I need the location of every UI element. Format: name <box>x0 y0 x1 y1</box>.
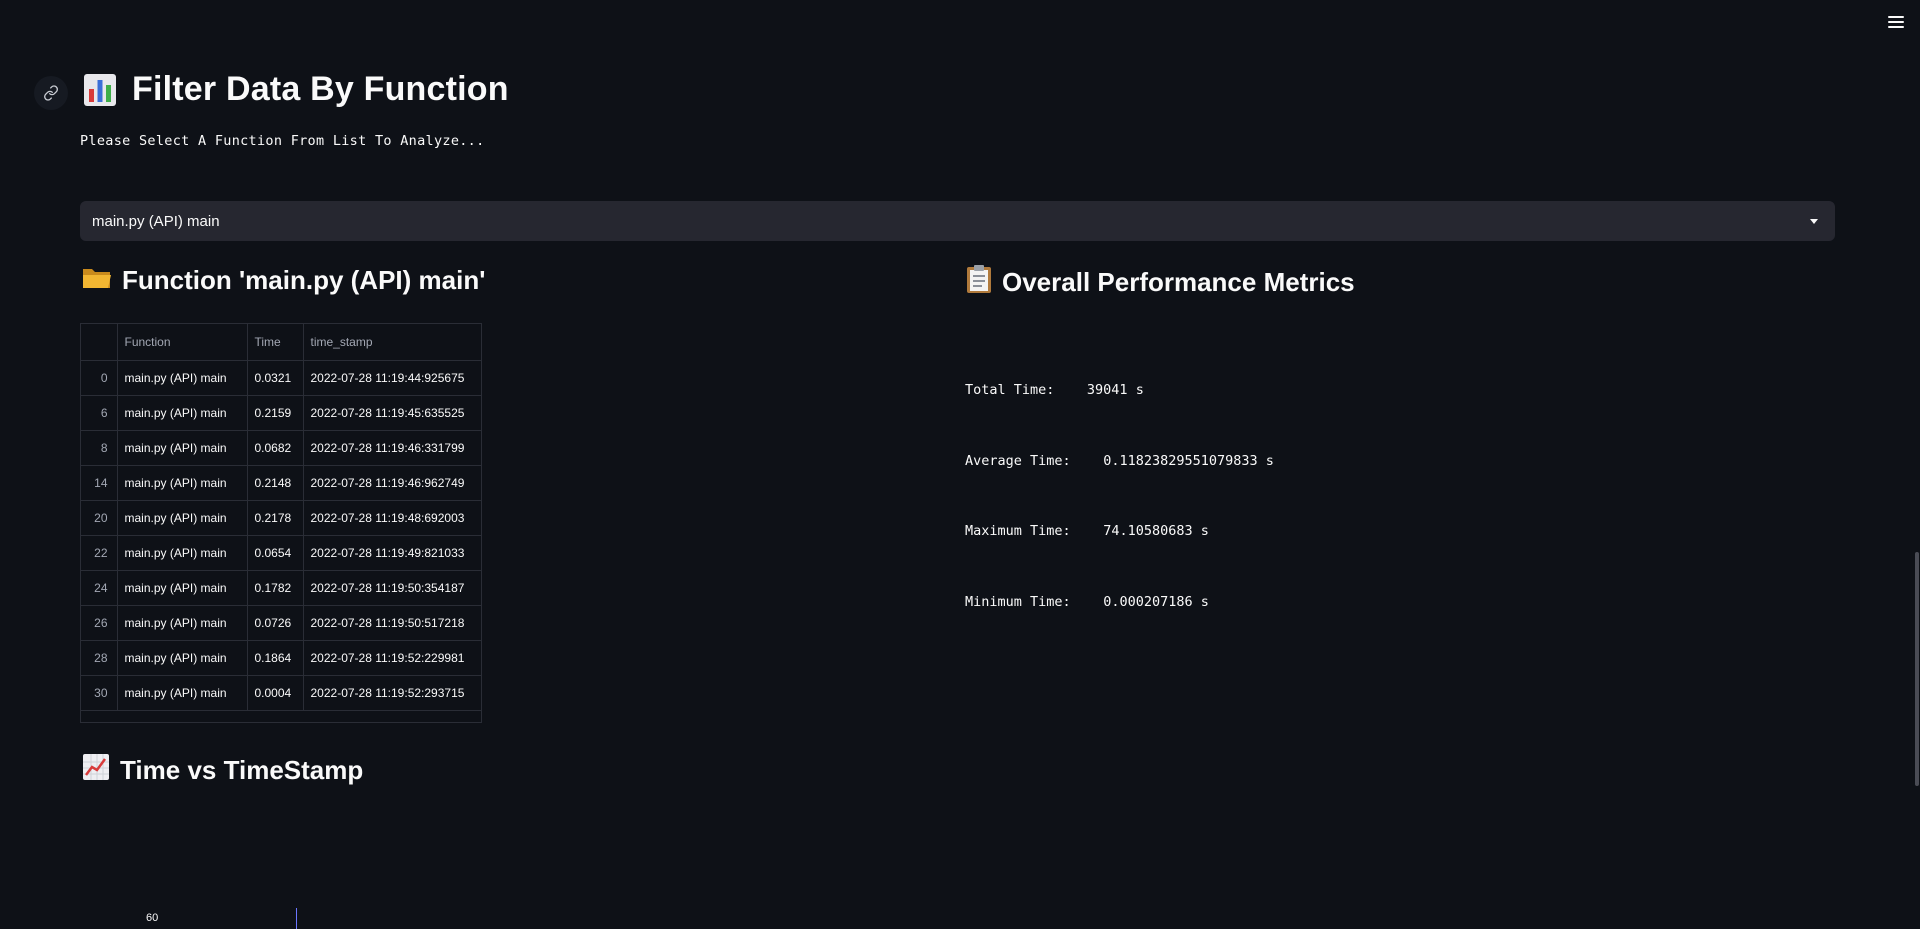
chart-series-line <box>296 908 297 929</box>
metric-value: 0.11823829551079833 s <box>1103 452 1274 469</box>
column-header-index[interactable] <box>81 324 118 361</box>
metric-label: Total Time: <box>965 382 1055 398</box>
cell-time[interactable]: 0.2178 <box>247 500 304 536</box>
metric-total-time: Total Time: 39041 s <box>965 382 1274 421</box>
app-page: Filter Data By Function Please Select A … <box>0 0 1920 929</box>
anchor-link-icon[interactable] <box>34 76 68 110</box>
chart-heading: Time vs TimeStamp <box>82 753 363 788</box>
y-axis-tick-label: 60 <box>146 912 159 924</box>
menu-bar <box>1888 16 1904 18</box>
cell-time-stamp[interactable]: 2022-07-28 11:19:46:962749 <box>303 465 481 501</box>
time-chart[interactable]: 60 <box>80 880 1835 929</box>
metric-minimum-time: Minimum Time: 0.000207186 s <box>965 594 1274 633</box>
cell-function[interactable]: main.py (API) main <box>117 675 248 711</box>
metric-value: 39041 s <box>1086 382 1144 398</box>
row-index: 24 <box>81 570 118 606</box>
cell-function[interactable]: main.py (API) main <box>117 500 248 536</box>
cell-time[interactable]: 0.2159 <box>247 395 304 431</box>
cell-time-stamp[interactable]: 2022-07-28 11:19:46:331799 <box>303 430 481 466</box>
row-index: 6 <box>81 395 118 431</box>
cell-function[interactable]: main.py (API) main <box>117 430 248 466</box>
metric-value: 74.10580683 s <box>1103 523 1209 539</box>
metric-value: 0.000207186 s <box>1103 593 1209 610</box>
table-row[interactable]: 14 main.py (API) main 0.2148 2022-07-28 … <box>81 465 481 501</box>
table-row[interactable]: 20 main.py (API) main 0.2178 2022-07-28 … <box>81 500 481 536</box>
cell-time-stamp[interactable]: 2022-07-28 11:19:52:293715 <box>303 675 481 711</box>
data-table[interactable]: Function Time time_stamp 0 main.py (API)… <box>80 323 482 723</box>
menu-bar <box>1888 26 1904 28</box>
row-index: 20 <box>81 500 118 536</box>
chevron-down-icon <box>1810 218 1818 224</box>
table-row[interactable]: 24 main.py (API) main 0.1782 2022-07-28 … <box>81 570 481 606</box>
clipboard-icon <box>966 264 992 301</box>
menu-bar <box>1888 21 1904 23</box>
cell-time-stamp[interactable]: 2022-07-28 11:19:45:635525 <box>303 395 481 431</box>
bar-chart-icon <box>82 72 118 108</box>
row-index: 26 <box>81 605 118 641</box>
table-row[interactable]: 28 main.py (API) main 0.1864 2022-07-28 … <box>81 640 481 676</box>
function-select-value: main.py (API) main <box>92 212 220 230</box>
scrollbar-thumb[interactable] <box>1915 552 1919 786</box>
cell-time[interactable]: 0.1782 <box>247 570 304 606</box>
cell-function[interactable]: main.py (API) main <box>117 640 248 676</box>
cell-function[interactable]: main.py (API) main <box>117 535 248 571</box>
metrics-heading-text: Overall Performance Metrics <box>1002 267 1355 297</box>
function-heading: Function 'main.py (API) main' <box>82 264 485 297</box>
metrics-heading: Overall Performance Metrics <box>966 264 1355 301</box>
cell-time-stamp[interactable]: 2022-07-28 11:19:50:354187 <box>303 570 481 606</box>
metrics-block: Total Time: 39041 s Average Time: 0.1182… <box>965 350 1274 664</box>
cell-function[interactable]: main.py (API) main <box>117 360 248 396</box>
table-row[interactable]: 6 main.py (API) main 0.2159 2022-07-28 1… <box>81 395 481 431</box>
page-title-text: Filter Data By Function <box>132 70 509 108</box>
metric-maximum-time: Maximum Time: 74.10580683 s <box>965 523 1274 562</box>
cell-function[interactable]: main.py (API) main <box>117 395 248 431</box>
cell-function[interactable]: main.py (API) main <box>117 465 248 501</box>
chart-heading-text: Time vs TimeStamp <box>120 755 364 785</box>
table-row[interactable]: 26 main.py (API) main 0.0726 2022-07-28 … <box>81 605 481 641</box>
scrollbar[interactable] <box>1914 0 1920 929</box>
column-header-time-stamp[interactable]: time_stamp <box>303 324 481 361</box>
table-row[interactable]: 30 main.py (API) main 0.0004 2022-07-28 … <box>81 675 481 711</box>
cell-time-stamp[interactable]: 2022-07-28 11:19:50:517218 <box>303 605 481 641</box>
cell-time-stamp[interactable]: 2022-07-28 11:19:52:229981 <box>303 640 481 676</box>
cell-time[interactable]: 0.0004 <box>247 675 304 711</box>
cell-time-stamp[interactable]: 2022-07-28 11:19:49:821033 <box>303 535 481 571</box>
cell-time[interactable]: 0.1864 <box>247 640 304 676</box>
metric-label: Minimum Time: <box>965 593 1071 610</box>
table-row[interactable]: 0 main.py (API) main 0.0321 2022-07-28 1… <box>81 360 481 396</box>
row-index: 0 <box>81 360 118 396</box>
cell-time[interactable]: 0.2148 <box>247 465 304 501</box>
main-menu-icon[interactable] <box>1886 14 1906 30</box>
cell-time-stamp[interactable]: 2022-07-28 11:19:48:692003 <box>303 500 481 536</box>
cell-time[interactable]: 0.0654 <box>247 535 304 571</box>
metric-label: Maximum Time: <box>965 523 1071 539</box>
table-row[interactable]: 22 main.py (API) main 0.0654 2022-07-28 … <box>81 535 481 571</box>
table-row[interactable]: 8 main.py (API) main 0.0682 2022-07-28 1… <box>81 430 481 466</box>
metric-average-time: Average Time: 0.11823829551079833 s <box>965 453 1274 492</box>
row-index: 8 <box>81 430 118 466</box>
row-index: 30 <box>81 675 118 711</box>
cell-time[interactable]: 0.0321 <box>247 360 304 396</box>
function-select[interactable]: main.py (API) main <box>80 201 1835 241</box>
cell-time[interactable]: 0.0726 <box>247 605 304 641</box>
folder-icon <box>82 264 112 297</box>
table-header-row: Function Time time_stamp <box>81 324 481 361</box>
column-header-function[interactable]: Function <box>117 324 248 361</box>
cell-function[interactable]: main.py (API) main <box>117 570 248 606</box>
line-chart-icon <box>82 753 110 788</box>
column-header-time[interactable]: Time <box>247 324 304 361</box>
instruction-text: Please Select A Function From List To An… <box>80 133 485 149</box>
page-title: Filter Data By Function <box>82 70 509 109</box>
function-heading-text: Function 'main.py (API) main' <box>122 265 486 295</box>
row-index: 14 <box>81 465 118 501</box>
cell-function[interactable]: main.py (API) main <box>117 605 248 641</box>
row-index: 22 <box>81 535 118 571</box>
cell-time-stamp[interactable]: 2022-07-28 11:19:44:925675 <box>303 360 481 396</box>
cell-time[interactable]: 0.0682 <box>247 430 304 466</box>
row-index: 28 <box>81 640 118 676</box>
dataframe: Function Time time_stamp 0 main.py (API)… <box>81 324 481 711</box>
metric-label: Average Time: <box>965 452 1071 469</box>
